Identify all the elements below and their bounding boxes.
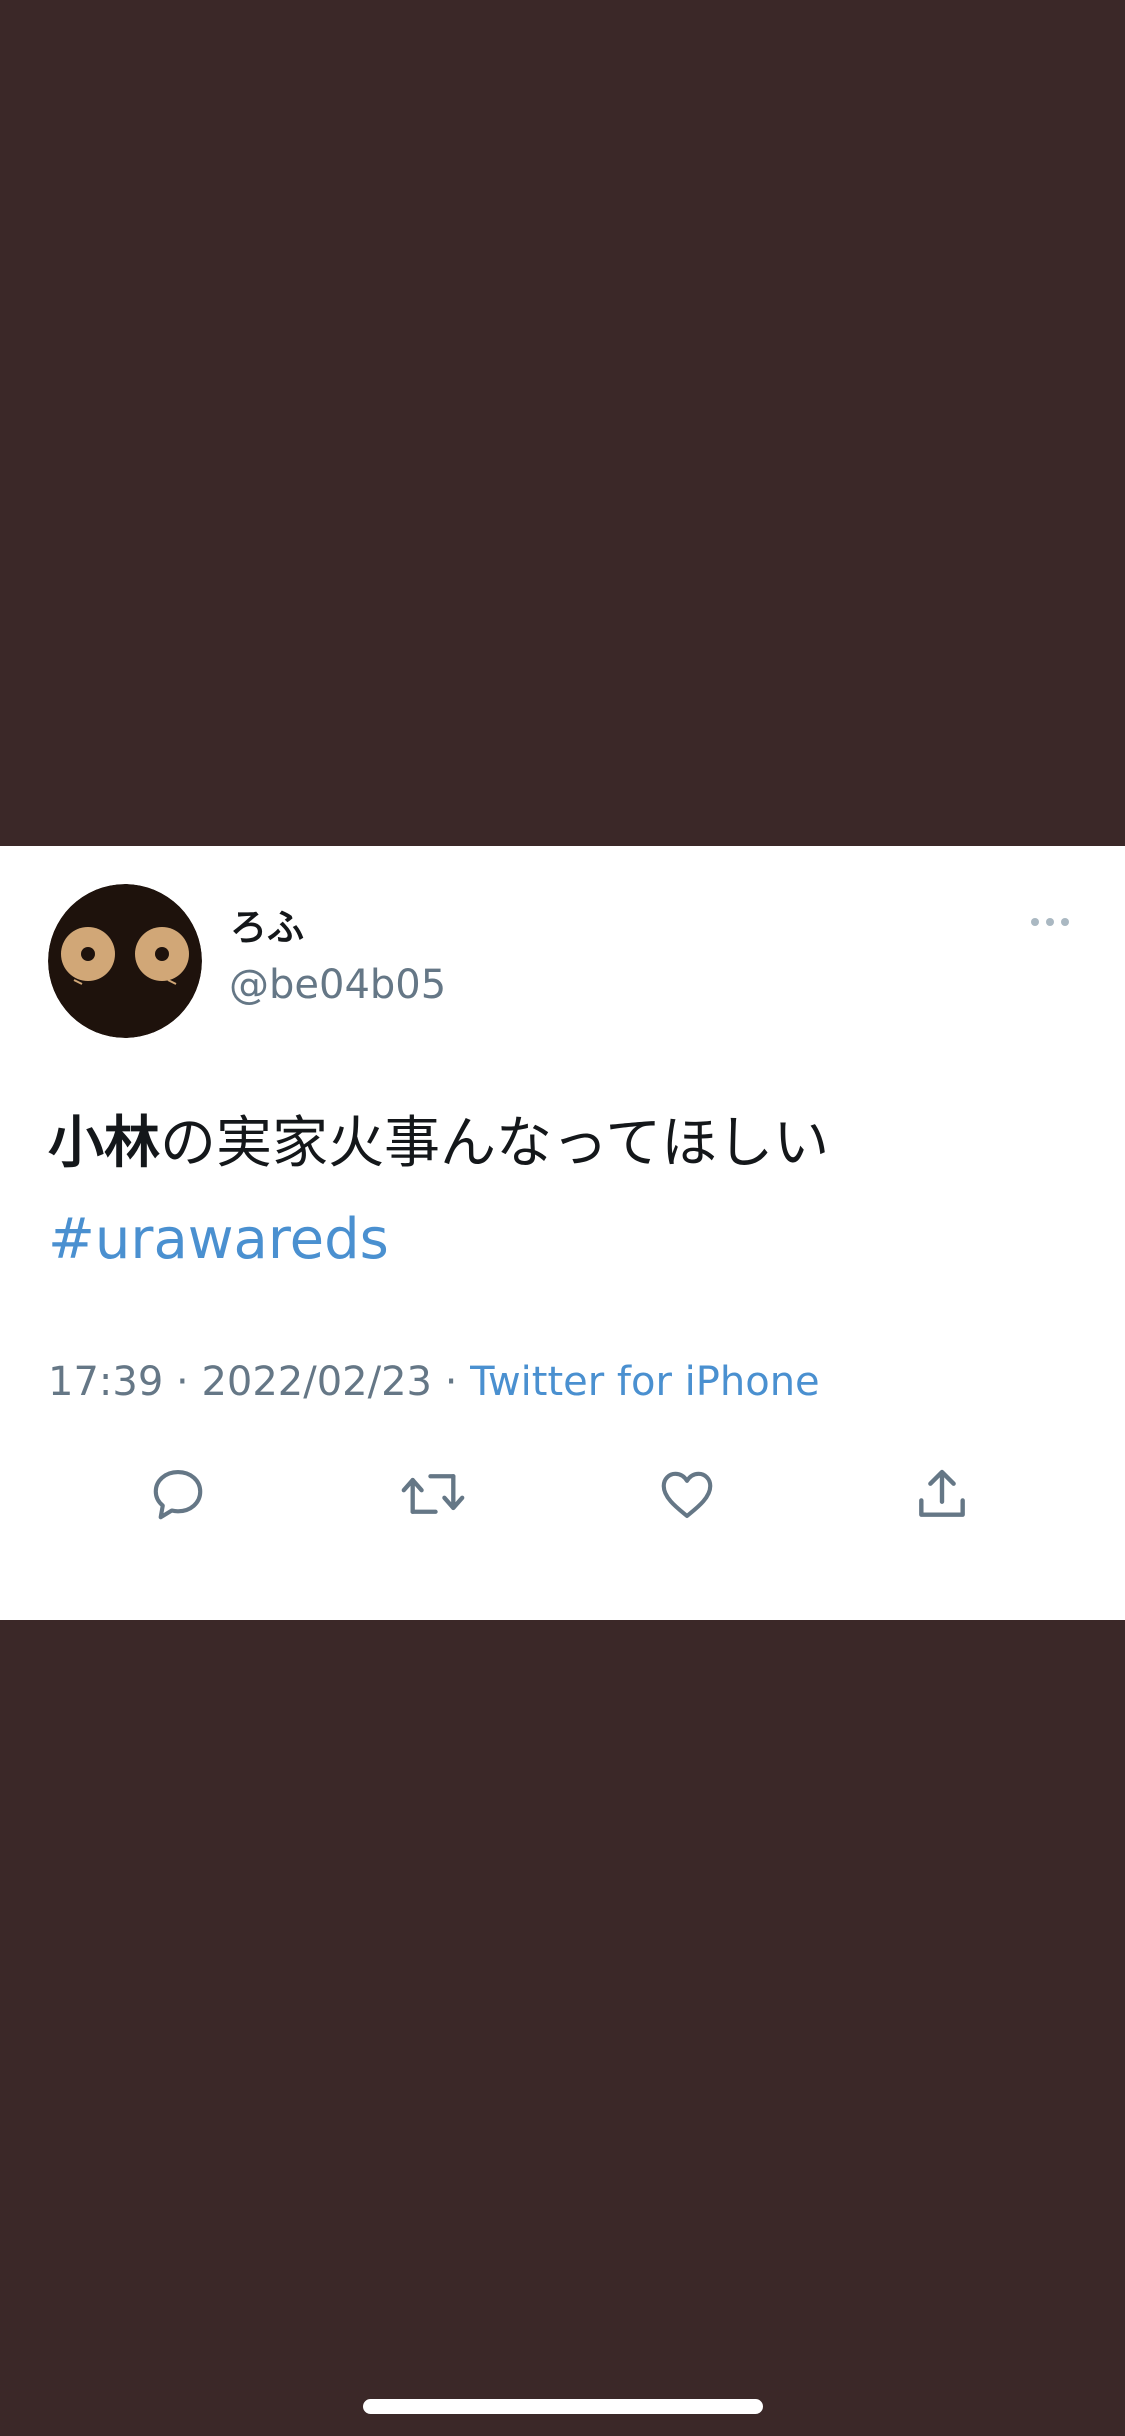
more-horizontal-icon — [1031, 918, 1039, 926]
tweet-meta: 17:39 · 2022/02/23 · Twitter for iPhone — [48, 1358, 820, 1406]
share-icon — [919, 1469, 965, 1517]
avatar[interactable] — [48, 884, 202, 1038]
tweet-time: 17:39 — [48, 1359, 164, 1405]
reply-button[interactable] — [138, 1454, 218, 1534]
more-dot — [1046, 918, 1054, 926]
avatar-owl-eyes-icon — [48, 884, 202, 1038]
tweet-card: ろふ @be04b05 小林の実家火事んなってほしい #urawareds 17… — [0, 846, 1125, 1620]
retweet-button[interactable] — [393, 1454, 473, 1534]
user-handle[interactable]: @be04b05 — [229, 961, 446, 1009]
heart-icon — [661, 1471, 713, 1519]
reply-icon — [153, 1469, 203, 1520]
tweet-text-body: の実家火事んなってほしい — [160, 1111, 830, 1176]
more-dot — [1061, 918, 1069, 926]
like-button[interactable] — [647, 1454, 727, 1534]
tweet-text-bold: 小林 — [48, 1111, 160, 1176]
retweet-icon — [401, 1474, 465, 1514]
meta-separator: · — [163, 1359, 202, 1405]
hashtag-link[interactable]: #urawareds — [48, 1192, 1068, 1288]
home-indicator[interactable] — [363, 2399, 763, 2414]
tweet-source-link[interactable]: Twitter for iPhone — [470, 1359, 820, 1405]
tweet-text: 小林の実家火事んなってほしい #urawareds — [48, 1096, 1068, 1288]
more-options-button[interactable] — [1022, 904, 1078, 940]
tweet-date: 2022/02/23 — [201, 1359, 432, 1405]
display-name[interactable]: ろふ — [230, 906, 304, 950]
action-bar — [0, 1454, 1125, 1534]
share-button[interactable] — [902, 1454, 982, 1534]
meta-separator: · — [431, 1359, 471, 1405]
